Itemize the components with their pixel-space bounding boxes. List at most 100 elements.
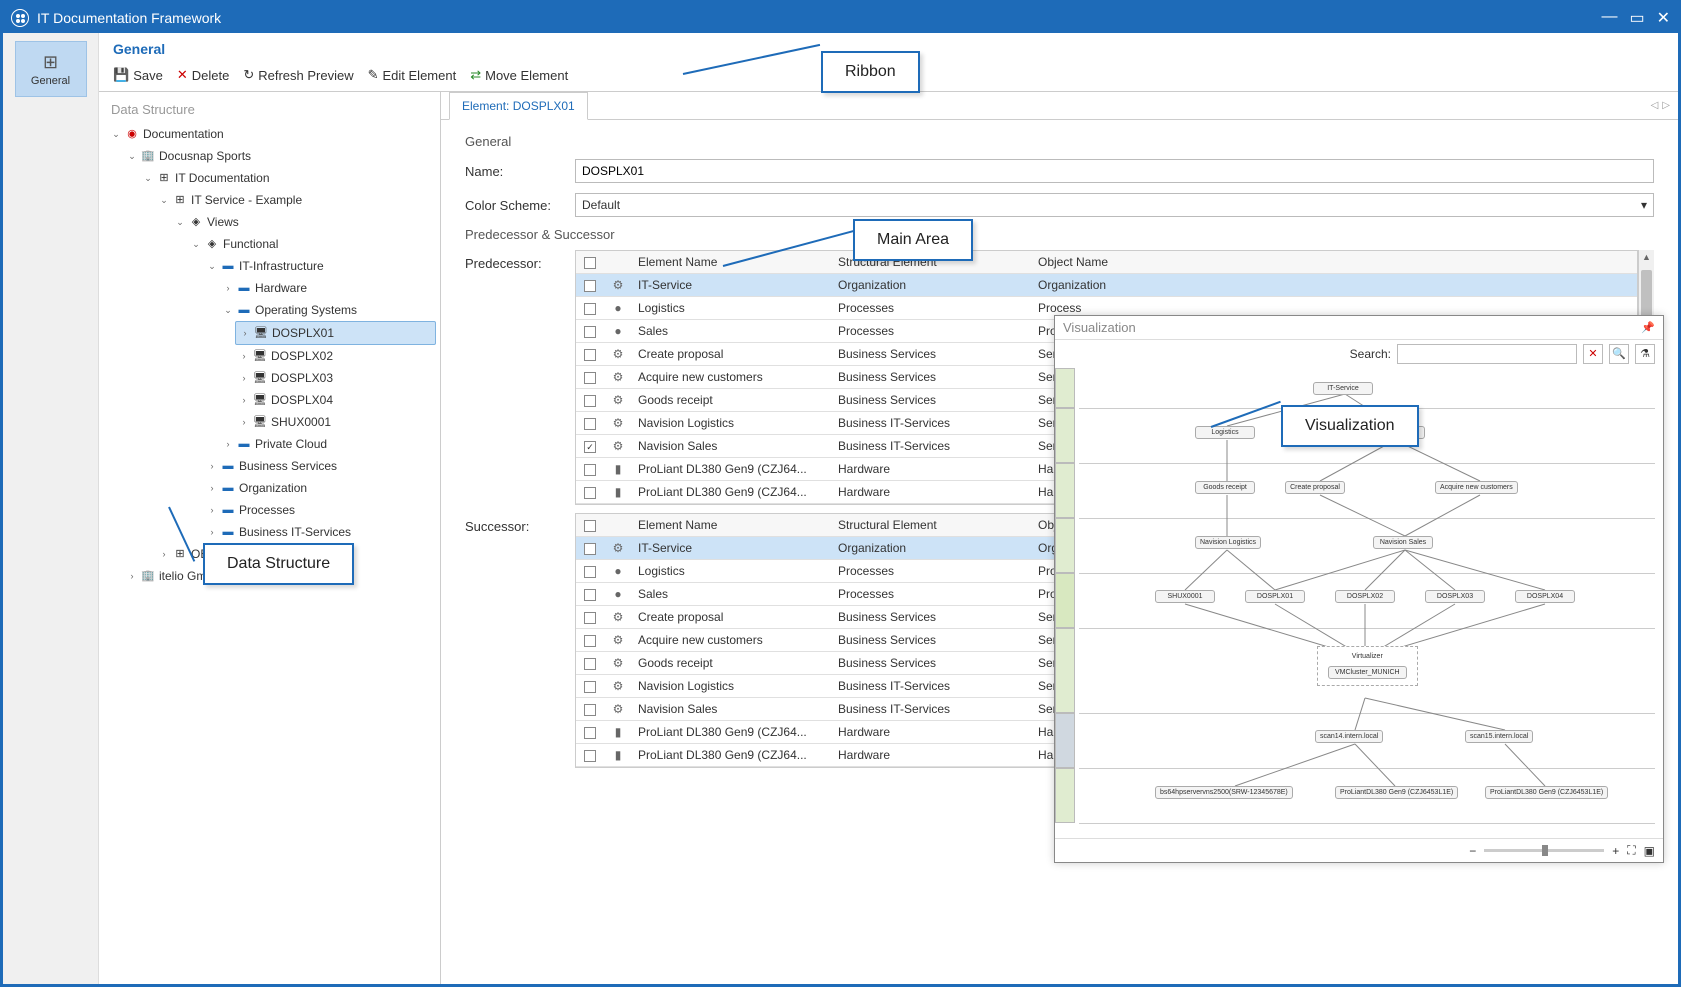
row-checkbox[interactable] [584,372,596,384]
row-checkbox[interactable] [584,418,596,430]
row-checkbox[interactable] [584,326,596,338]
viz-node-hw2[interactable]: ProLiantDL380 Gen9 (CZJ6453L1E) [1335,786,1458,799]
table-row[interactable]: ⚙IT-ServiceOrganizationOrganization [576,274,1637,297]
viz-node-virtualizer[interactable]: VirtualizerVMCluster_MUNICH [1317,646,1418,686]
viz-node-navsales[interactable]: Navision Sales [1373,536,1433,549]
col-obj[interactable]: Object Name [1032,251,1637,273]
row-type-icon: ▮ [604,481,632,503]
viz-node-scan1[interactable]: scan14.intern.local [1315,730,1383,743]
viz-pin-icon[interactable]: 📌 [1641,321,1655,334]
tree-org[interactable]: ›▬Organization [203,477,436,499]
row-checkbox[interactable] [584,280,596,292]
tree: ⌄◉Documentation ⌄🏢Docusnap Sports ⌄⊞IT D… [103,123,436,587]
save-button[interactable]: 💾Save [113,67,163,83]
row-type-icon: ⚙ [604,606,632,628]
maximize-icon[interactable]: ▭ [1629,8,1644,28]
viz-node-d1[interactable]: DOSPLX01 [1245,590,1305,603]
viz-node-d4[interactable]: DOSPLX04 [1515,590,1575,603]
viz-node-acquire[interactable]: Acquire new customers [1435,481,1518,494]
viz-center-icon[interactable]: ▣ [1644,844,1655,858]
tree-pcloud[interactable]: ›▬Private Cloud [219,433,436,455]
move-element-button[interactable]: ⇄Move Element [470,67,568,83]
viz-search-icon[interactable]: 🔍 [1609,344,1629,364]
viz-zoom-slider[interactable] [1484,849,1604,852]
tree-opsys[interactable]: ⌄▬Operating Systems [219,299,436,321]
viz-node-shux[interactable]: SHUX0001 [1155,590,1215,603]
tree-docusnap[interactable]: ⌄🏢Docusnap Sports [123,145,436,167]
col-name[interactable]: Element Name [632,514,832,536]
row-checkbox[interactable] [584,464,596,476]
tree-functional[interactable]: ⌄◈Functional [187,233,436,255]
row-checkbox[interactable] [584,635,596,647]
check-all[interactable] [584,520,596,532]
minimize-icon[interactable]: — [1601,8,1617,28]
viz-fit-icon[interactable]: ⛶ [1627,843,1635,858]
col-struct[interactable]: Structural Element [832,514,1032,536]
row-checkbox[interactable] [584,589,596,601]
row-name: Sales [632,320,832,342]
row-checkbox[interactable] [584,566,596,578]
viz-node-goods[interactable]: Goods receipt [1195,481,1255,494]
sidebar-general-label: General [31,75,70,87]
tree-shux[interactable]: ›🖥SHUX0001 [235,411,436,433]
tree-dosplx02[interactable]: ›🖥DOSPLX02 [235,345,436,367]
sidebar-general-button[interactable]: ⊞ General [15,41,87,97]
tree-dosplx04[interactable]: ›🖥DOSPLX04 [235,389,436,411]
viz-filter-icon[interactable]: ⚗ [1635,344,1655,364]
viz-zoom-out-icon[interactable]: − [1469,844,1476,858]
row-checkbox[interactable] [584,681,596,693]
viz-clear-icon[interactable]: ✕ [1583,344,1603,364]
row-checkbox[interactable] [584,487,596,499]
close-icon[interactable]: ✕ [1657,8,1670,28]
row-checkbox[interactable] [584,441,596,453]
row-type-icon: ⚙ [604,412,632,434]
row-checkbox[interactable] [584,704,596,716]
scroll-up-icon[interactable]: ▲ [1639,252,1654,262]
callout-data: Data Structure [203,543,354,585]
viz-node-d3[interactable]: DOSPLX03 [1425,590,1485,603]
delete-button[interactable]: ✕Delete [177,67,229,83]
viz-node-scan2[interactable]: scan15.intern.local [1465,730,1533,743]
check-all[interactable] [584,257,596,269]
tree-d02-label: DOSPLX02 [271,346,333,366]
viz-search-input[interactable] [1397,344,1577,364]
tree-itservice[interactable]: ⌄⊞IT Service - Example [155,189,436,211]
row-checkbox[interactable] [584,750,596,762]
tab-element[interactable]: Element: DOSPLX01 [449,92,588,120]
tree-documentation[interactable]: ⌄◉Documentation [107,123,436,145]
tree-dosplx03[interactable]: ›🖥DOSPLX03 [235,367,436,389]
row-type-icon: ⚙ [604,537,632,559]
row-name: Goods receipt [632,652,832,674]
viz-node-itservice[interactable]: IT-Service [1313,382,1373,395]
tree-bits[interactable]: ›▬Business IT-Services [203,521,436,543]
tab-nav[interactable]: ◁▷ [1651,100,1670,111]
tree-bservices[interactable]: ›▬Business Services [203,455,436,477]
row-checkbox[interactable] [584,303,596,315]
tab-next-icon[interactable]: ▷ [1662,100,1670,111]
name-input[interactable] [575,159,1654,183]
tree-itinfra[interactable]: ⌄▬IT-Infrastructure [203,255,436,277]
viz-node-proposal[interactable]: Create proposal [1285,481,1345,494]
viz-node-d2[interactable]: DOSPLX02 [1335,590,1395,603]
tree-views[interactable]: ⌄◈Views [171,211,436,233]
tree-itdoc[interactable]: ⌄⊞IT Documentation [139,167,436,189]
tree-dosplx01[interactable]: ›🖥DOSPLX01 [235,321,436,345]
viz-zoom-in-icon[interactable]: + [1612,844,1619,858]
row-checkbox[interactable] [584,395,596,407]
visualization-panel[interactable]: Visualization 📌 Search: ✕ 🔍 ⚗ IT-Service… [1054,315,1664,863]
row-checkbox[interactable] [584,727,596,739]
viz-node-hw3[interactable]: ProLiantDL380 Gen9 (CZJ6453L1E) [1485,786,1608,799]
edit-element-button[interactable]: ✎Edit Element [368,67,457,83]
row-checkbox[interactable] [584,612,596,624]
tab-prev-icon[interactable]: ◁ [1651,100,1659,111]
row-checkbox[interactable] [584,349,596,361]
row-checkbox[interactable] [584,658,596,670]
refresh-button[interactable]: ↻Refresh Preview [243,67,353,83]
viz-node-navlog[interactable]: Navision Logistics [1195,536,1261,549]
row-checkbox[interactable] [584,543,596,555]
color-select[interactable]: Default▾ [575,193,1654,217]
tree-hardware[interactable]: ›▬Hardware [219,277,436,299]
viz-node-hw1[interactable]: bs64hpservervns2500(SRW-12345678E) [1155,786,1293,799]
tree-processes[interactable]: ›▬Processes [203,499,436,521]
viz-node-logistics[interactable]: Logistics [1195,426,1255,439]
